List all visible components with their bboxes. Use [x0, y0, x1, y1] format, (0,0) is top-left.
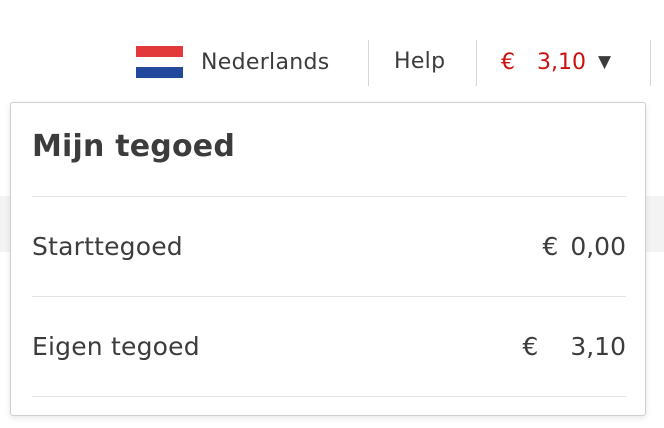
divider: [32, 396, 626, 397]
row-value: €3,10: [522, 327, 626, 367]
balance-amount: 3,10: [537, 49, 586, 75]
language-label: Nederlands: [201, 49, 330, 75]
balance-dropdown-panel: Mijn tegoed Starttegoed €0,00 Eigen tego…: [10, 102, 646, 416]
help-link[interactable]: Help: [394, 36, 445, 88]
row-amount: 0,00: [570, 232, 626, 261]
top-bar: Nederlands Help € 3,10 ▼: [0, 36, 664, 88]
row-label: Starttegoed: [32, 232, 183, 261]
row-currency: €: [522, 332, 539, 361]
dropdown-title: Mijn tegoed: [32, 129, 236, 164]
divider: [32, 196, 626, 197]
row-label: Eigen tegoed: [32, 332, 200, 361]
row-currency: €: [542, 232, 559, 261]
page: Nederlands Help € 3,10 ▼ Mijn tegoed Sta…: [0, 0, 664, 428]
balance-currency: €: [501, 49, 515, 75]
divider: [32, 296, 626, 297]
balance-row-start-credit: Starttegoed €0,00: [32, 227, 626, 267]
caret-down-icon: ▼: [597, 52, 612, 72]
balance-dropdown-toggle[interactable]: € 3,10 ▼: [501, 36, 611, 88]
separator: [368, 40, 369, 86]
row-value: €0,00: [542, 227, 626, 267]
separator: [650, 40, 651, 86]
netherlands-flag-icon: [136, 46, 183, 79]
balance-row-own-credit: Eigen tegoed €3,10: [32, 327, 626, 367]
language-selector[interactable]: Nederlands: [136, 36, 330, 88]
separator: [476, 40, 477, 86]
row-amount: 3,10: [570, 332, 626, 361]
